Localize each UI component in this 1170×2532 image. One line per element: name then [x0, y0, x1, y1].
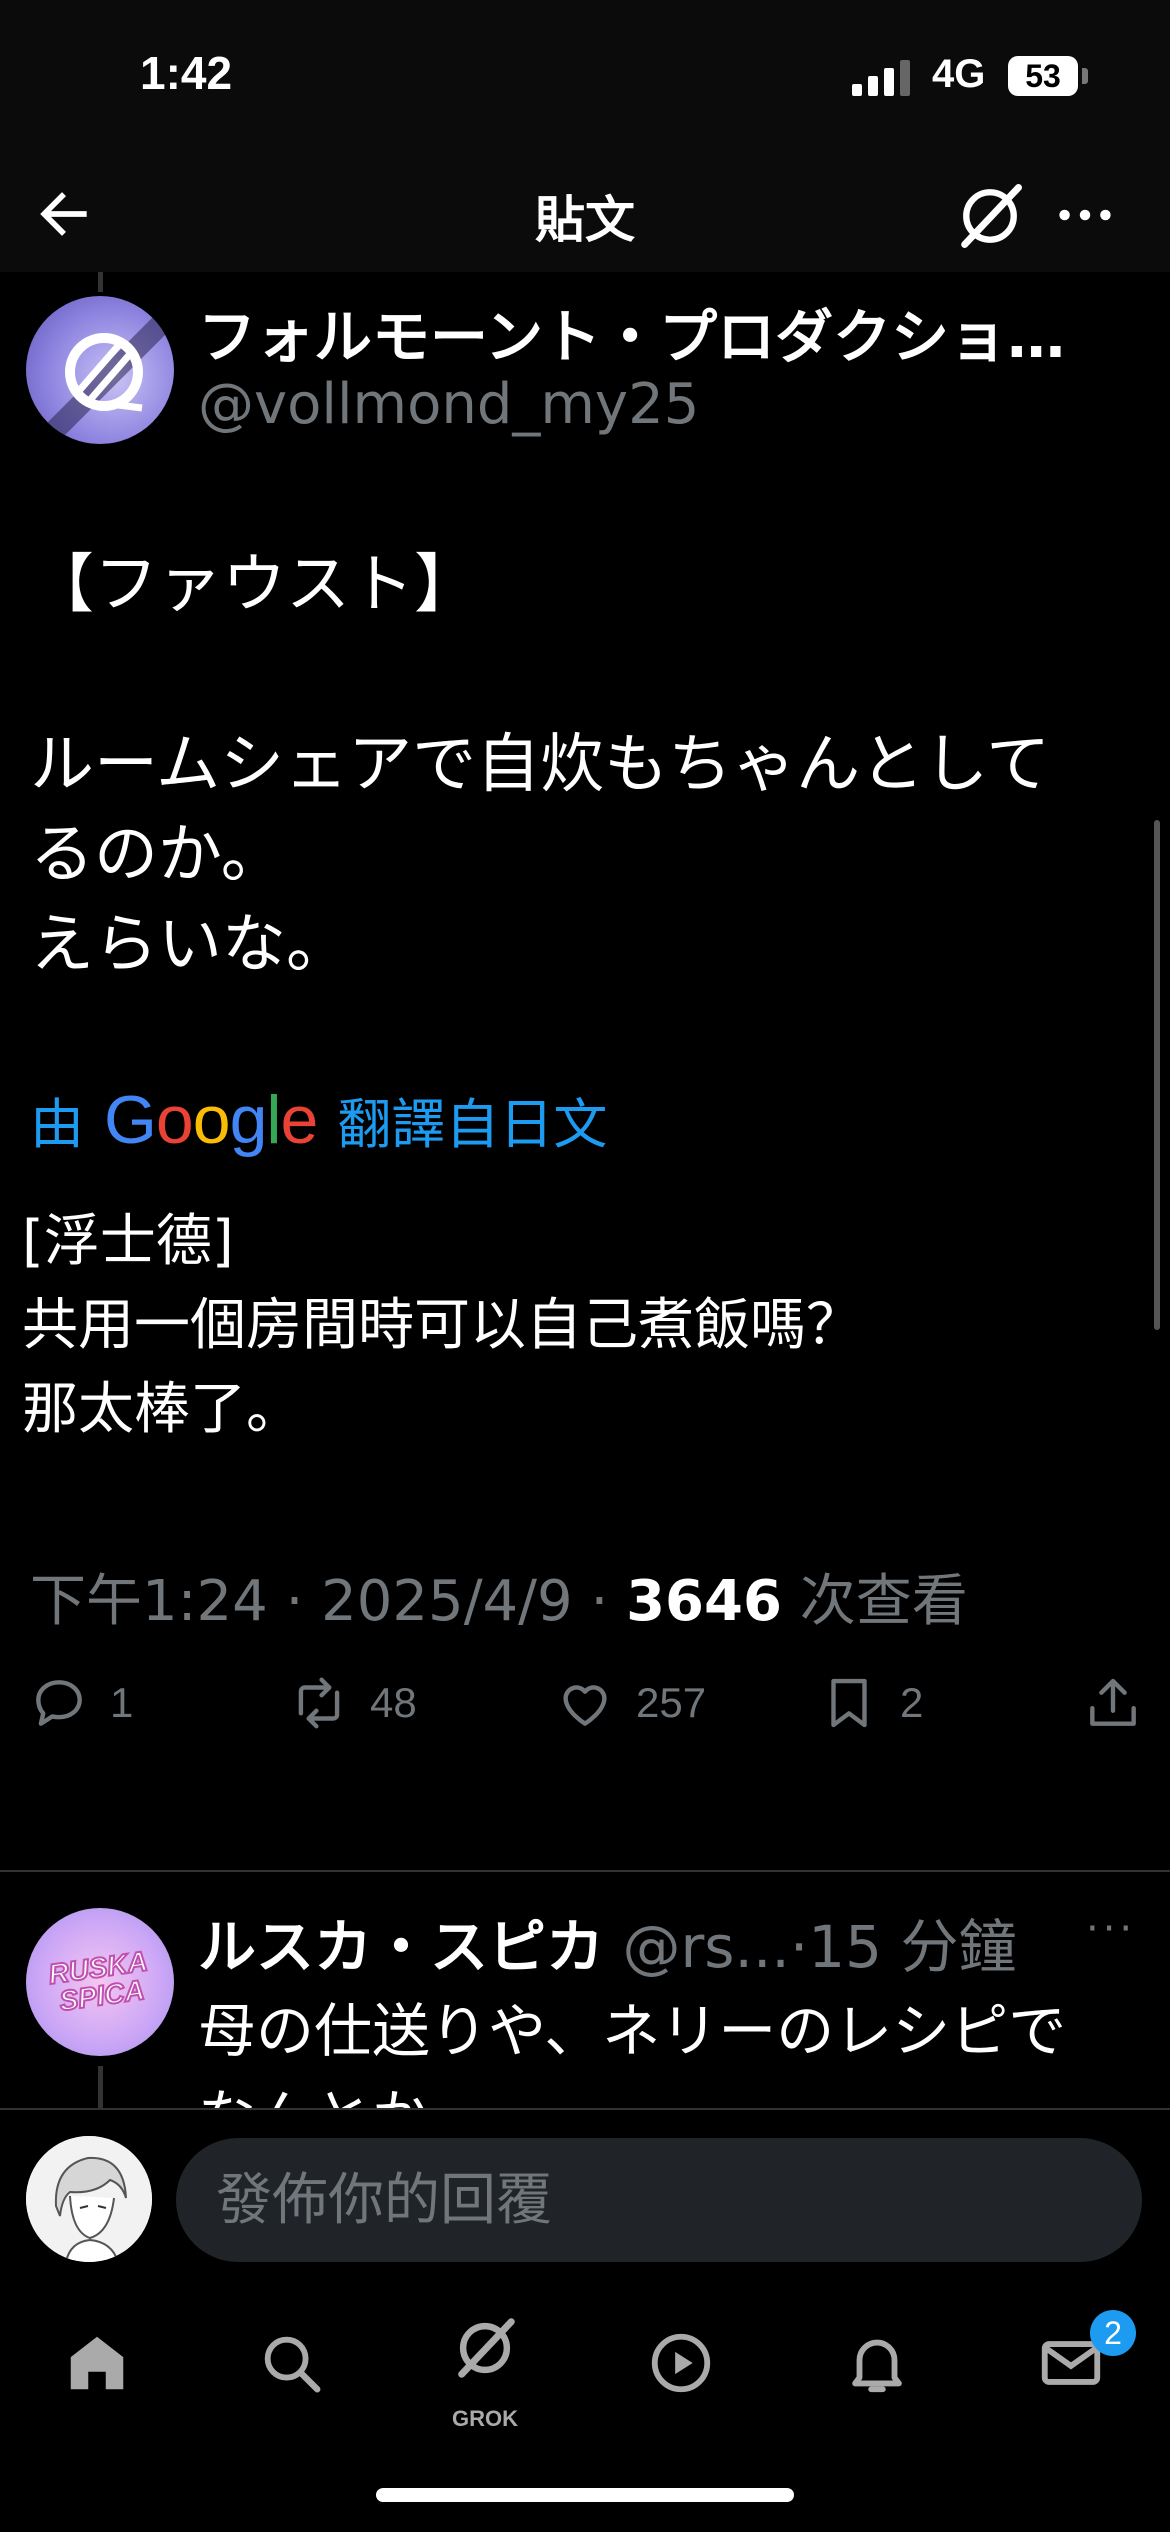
tab-search[interactable]	[236, 2308, 346, 2418]
reply-author-handle: @rs...	[622, 1913, 790, 1981]
reply-thread-line	[98, 2066, 103, 2110]
reply-time: 15 分鐘	[808, 1913, 1017, 1981]
grok-icon	[458, 2318, 515, 2378]
post-meta: 下午1:24 · 2025/4/9 · 3646 次查看	[30, 1569, 968, 1634]
network-label: 4G	[932, 52, 986, 96]
post-date: 2025/4/9	[321, 1569, 573, 1634]
messages-badge: 2	[1090, 2310, 1136, 2356]
bell-icon	[852, 2339, 902, 2393]
reply-count: 1	[110, 1679, 134, 1726]
reply-header[interactable]: ルスカ・スピカ @rs...·15 分鐘	[198, 1900, 1017, 1984]
tab-notifications[interactable]	[822, 2308, 932, 2418]
reply-button[interactable]: 1	[28, 1672, 133, 1734]
grok-icon[interactable]	[952, 178, 1028, 254]
reply-composer	[0, 2108, 1170, 2288]
post-time: 下午1:24	[30, 1569, 268, 1634]
author-handle[interactable]: @vollmond_my25	[198, 372, 699, 437]
more-horizontal-icon[interactable]	[1050, 180, 1120, 250]
divider	[0, 1870, 1170, 1872]
reply-more-icon[interactable]: ···	[1086, 1906, 1136, 1952]
google-logo: Google	[104, 1081, 318, 1158]
search-icon	[264, 2336, 321, 2393]
avatar-logo-icon	[26, 296, 174, 444]
user-avatar[interactable]	[26, 2136, 152, 2262]
nav-header: 貼文	[0, 160, 1170, 272]
like-button[interactable]: 257	[554, 1672, 706, 1734]
reply-avatar-logo: RUSKA SPICA	[46, 1944, 151, 2017]
reply-avatar[interactable]: RUSKA SPICA	[26, 1908, 174, 2056]
bookmark-icon	[831, 1678, 867, 1728]
like-count: 257	[636, 1679, 707, 1726]
tab-video[interactable]	[626, 2308, 736, 2418]
thread-line	[98, 272, 103, 292]
home-indicator	[376, 2488, 794, 2502]
post-actions: 1 48 257 2	[0, 1672, 1170, 1762]
play-circle-icon	[651, 2333, 711, 2393]
reply-author-name: ルスカ・スピカ	[198, 1913, 605, 1981]
battery-cap	[1082, 68, 1088, 84]
signal-icon	[852, 60, 912, 96]
translation-attribution[interactable]: 由 Google 翻譯自日文	[30, 1080, 607, 1159]
reply-icon	[36, 1680, 82, 1726]
post-text: 【ファウスト】 ルームシェアで自炊もちゃんとして るのか。 えらいな。	[30, 548, 1051, 982]
bookmark-count: 2	[900, 1679, 924, 1726]
repost-icon	[298, 1677, 340, 1729]
reply-input[interactable]	[176, 2138, 1142, 2262]
translate-prefix: 由	[30, 1093, 84, 1156]
home-icon	[70, 2336, 124, 2390]
tab-grok[interactable]: GROK	[430, 2308, 540, 2431]
share-icon	[1090, 1678, 1136, 1726]
repost-button[interactable]: 48	[288, 1672, 417, 1734]
tab-home[interactable]	[42, 2308, 152, 2418]
status-time: 1:42	[140, 47, 233, 99]
avatar[interactable]	[26, 296, 174, 444]
battery-icon: 53	[1008, 56, 1078, 96]
repost-count: 48	[370, 1679, 417, 1726]
grok-label: GROK	[452, 2406, 518, 2431]
translate-suffix: 翻譯自日文	[337, 1093, 608, 1156]
reply-text[interactable]: 母の仕送りや、ネリーのレシピで なんとか……。	[198, 1988, 1148, 2108]
views-count: 3646	[626, 1569, 782, 1634]
views-label: 次查看	[799, 1569, 968, 1634]
status-bar: 1:42 4G 53	[0, 0, 1170, 160]
heart-icon	[563, 1685, 607, 1726]
share-button[interactable]	[1082, 1672, 1144, 1734]
scrollbar[interactable]	[1154, 820, 1160, 1330]
author-name[interactable]: フォルモーント・プロダクショ…	[198, 290, 1138, 374]
user-avatar-illustration	[26, 2136, 152, 2262]
bookmark-button[interactable]: 2	[818, 1672, 923, 1734]
translated-text: [浮士德] 共用一個房間時可以自己煮飯嗎？ 那太棒了。	[22, 1209, 862, 1442]
